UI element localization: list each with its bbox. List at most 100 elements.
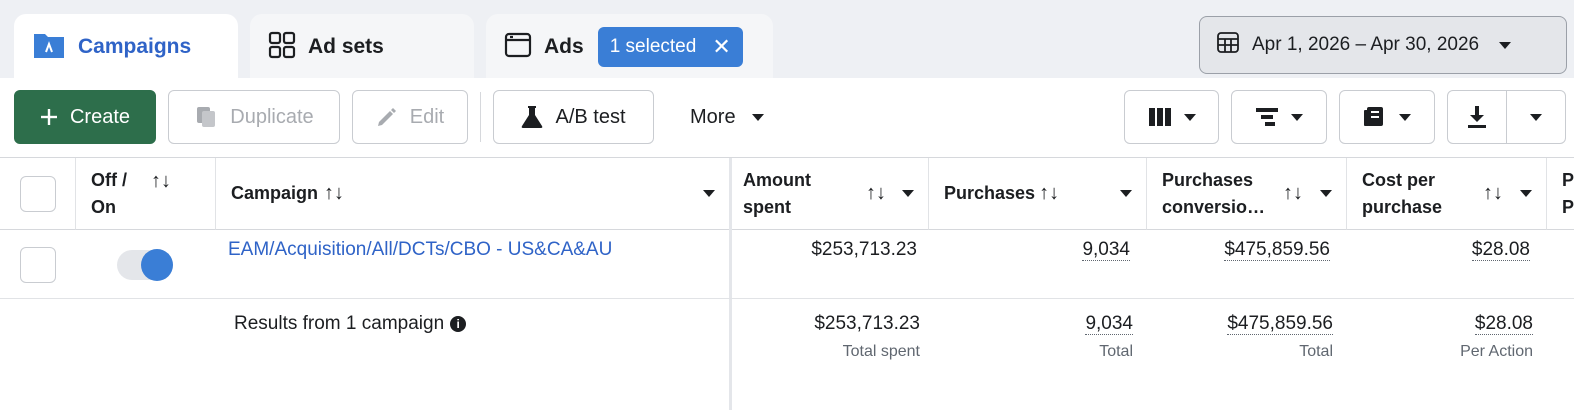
info-icon[interactable]: i [450,315,467,332]
ad-window-icon [504,32,532,63]
chevron-down-icon[interactable] [1120,190,1132,197]
header-conv-line2: conversio… [1162,196,1266,217]
row-amount-spent-value: $253,713.23 [811,239,917,260]
summary-amount-spent: $253,713.23 Total spent [740,313,920,361]
select-all-checkbox[interactable] [20,176,56,212]
header-cost-line2: purchase [1362,196,1443,217]
summary-purchases-sub: Total [1099,343,1133,360]
summary-label-text: Results from 1 campaign [234,313,445,334]
tab-campaigns[interactable]: Campaigns [14,14,238,80]
header-campaign[interactable]: Campaign ↑↓ [216,158,730,230]
campaign-toggle[interactable] [117,249,173,281]
header-off-on[interactable]: Off / On ↑↓ [76,158,216,230]
campaign-name-link[interactable]: EAM/Acquisition/All/DCTs/CBO - US&CA&AU [228,239,612,261]
flask-icon [522,106,543,128]
sort-icon[interactable]: ↑↓ [1483,182,1503,205]
header-select [0,158,76,230]
header-cost-line1: Cost per [1362,169,1436,190]
header-purchases-conversion[interactable]: Purchases conversio… ↑↓ [1147,158,1347,230]
row-purchases-conversion: $475,859.56 [1150,239,1330,261]
header-cost-per-purchase[interactable]: Cost per purchase ↑↓ [1347,158,1547,230]
chevron-down-icon [1499,41,1512,49]
chevron-down-icon[interactable] [1320,190,1332,197]
columns-button[interactable] [1124,90,1219,144]
chevron-down-icon [751,113,764,121]
summary-purchases-conversion-value[interactable]: $475,859.56 [1227,313,1333,335]
row-divider [0,298,1574,299]
row-checkbox[interactable] [20,247,56,283]
duplicate-button[interactable]: Duplicate [168,90,340,144]
tab-adsets[interactable]: Ad sets [250,14,474,80]
header-off-on-line2: On [91,196,116,217]
summary-purchases: 9,034 Total [940,313,1133,361]
duplicate-icon [197,107,216,127]
header-amount-line1: Amount [743,169,811,190]
tab-ads-label: Ads [544,35,584,58]
header-off-on-line1: Off / [91,169,127,190]
chevron-down-icon[interactable] [1520,190,1532,197]
create-button[interactable]: Create [14,90,156,144]
more-label: More [690,105,736,128]
frozen-column-divider [729,158,732,410]
row-purchases: 9,034 [940,239,1130,261]
pencil-icon [377,108,396,126]
header-purchases-label: Purchases [944,183,1036,203]
header-next-line1: P [1562,169,1574,190]
header-amount-line2: spent [743,196,792,217]
sort-icon[interactable]: ↑↓ [1283,182,1303,205]
summary-purchases-conversion-sub: Total [1299,343,1333,360]
row-purchases-conversion-value[interactable]: $475,859.56 [1224,239,1330,261]
row-purchases-value[interactable]: 9,034 [1082,239,1130,261]
summary-purchases-value[interactable]: 9,034 [1085,313,1133,335]
reports-icon [1364,107,1383,126]
sort-icon[interactable]: ↑↓ [324,182,344,205]
more-button[interactable]: More [672,90,764,144]
columns-icon [1148,108,1171,126]
grid-icon [268,31,296,64]
plus-icon [40,109,57,125]
edit-label: Edit [409,105,445,128]
sort-icon[interactable]: ↑↓ [1039,182,1059,205]
ab-test-label: A/B test [555,105,626,128]
duplicate-label: Duplicate [230,105,314,128]
toolbar-divider [480,92,481,142]
reports-button[interactable] [1339,90,1435,144]
row-cost-per-purchase-value[interactable]: $28.08 [1471,239,1530,261]
chevron-down-icon [1183,113,1196,121]
chevron-down-icon [1530,113,1542,121]
summary-cost-per-purchase-value[interactable]: $28.08 [1474,313,1533,335]
header-amount-spent[interactable]: Amount spent ↑↓ [732,158,929,230]
sort-icon[interactable]: ↑↓ [151,170,171,193]
row-cost-per-purchase: $28.08 [1350,239,1530,261]
tab-campaigns-label: Campaigns [78,35,192,58]
date-range-picker[interactable]: Apr 1, 2026 – Apr 30, 2026 [1199,16,1567,74]
breakdown-icon [1256,108,1278,126]
header-next-line2: P [1562,196,1574,217]
selected-badge-label: 1 selected [609,36,697,57]
toggle-knob [141,249,173,281]
folder-icon [32,30,66,65]
header-conv-line1: Purchases [1162,169,1254,190]
edit-button[interactable]: Edit [352,90,468,144]
selected-badge[interactable]: 1 selected ✕ [597,27,743,67]
export-options-button[interactable] [1506,90,1566,144]
breakdown-button[interactable] [1231,90,1327,144]
row-amount-spent: $253,713.23 [740,239,917,261]
campaigns-table: Off / On ↑↓ Campaign ↑↓ Amount spent ↑↓ Pu… [0,157,1574,410]
sort-icon[interactable]: ↑↓ [866,182,886,205]
summary-label: Results from 1 campaign i [234,313,467,335]
date-range-label: Apr 1, 2026 – Apr 30, 2026 [1252,34,1480,55]
tab-ads[interactable]: Ads 1 selected ✕ [486,14,773,80]
download-icon [1468,106,1486,128]
summary-cost-per-purchase: $28.08 Per Action [1350,313,1533,361]
close-icon[interactable]: ✕ [712,34,730,60]
header-next-column[interactable]: PP [1547,158,1574,230]
chevron-down-icon[interactable] [703,190,715,197]
ab-test-button[interactable]: A/B test [493,90,654,144]
chevron-down-icon[interactable] [902,190,914,197]
header-purchases[interactable]: Purchases ↑↓ [929,158,1147,230]
create-label: Create [69,105,131,128]
toolbar: Create Duplicate Edit A/B test More [0,78,1574,158]
tab-adsets-label: Ad sets [308,35,384,58]
export-button[interactable] [1447,90,1507,144]
